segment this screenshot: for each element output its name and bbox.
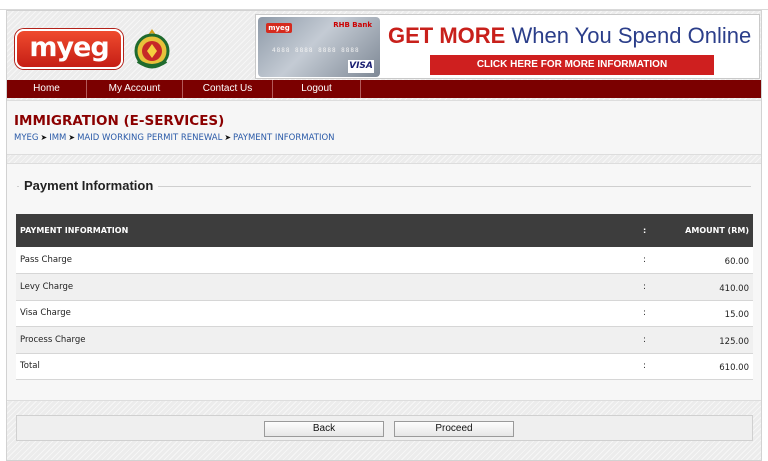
row-amount: 410.00 bbox=[673, 273, 753, 301]
row-label: Pass Charge bbox=[16, 247, 643, 274]
breadcrumb-separator-icon: ➤ bbox=[224, 133, 232, 142]
row-label: Levy Charge bbox=[16, 273, 643, 301]
promo-info-button[interactable]: CLICK HERE FOR MORE INFORMATION bbox=[430, 55, 714, 75]
action-bar: Back Proceed bbox=[16, 415, 753, 441]
browser-top-edge bbox=[0, 0, 768, 10]
breadcrumb-item-myeg[interactable]: MYEG bbox=[14, 133, 38, 143]
row-separator: : bbox=[643, 326, 673, 354]
payment-panel: Payment Information PAYMENT INFORMATION … bbox=[7, 163, 761, 401]
card-bank-name: RHB Bank bbox=[333, 21, 372, 29]
main-nav: Home My Account Contact Us Logout bbox=[7, 80, 761, 98]
promo-headline-bold: GET MORE bbox=[388, 23, 506, 48]
immigration-crest-icon bbox=[130, 27, 174, 71]
myeg-logo[interactable]: myeg bbox=[15, 29, 123, 69]
credit-card-image: myeg RHB Bank 4888 8888 8888 8888 VISA bbox=[258, 17, 380, 77]
row-amount: 125.00 bbox=[673, 326, 753, 354]
table-row-total: Total : 610.00 bbox=[16, 353, 753, 380]
row-separator: : bbox=[643, 273, 673, 301]
promo-banner[interactable]: myeg RHB Bank 4888 8888 8888 8888 VISA G… bbox=[255, 14, 760, 79]
nav-item-logout[interactable]: Logout bbox=[273, 80, 361, 98]
promo-headline: GET MORE When You Spend Online bbox=[388, 23, 751, 49]
breadcrumb: MYEG ➤ IMM ➤ MAID WORKING PERMIT RENEWAL ➤ PAY… bbox=[14, 133, 335, 143]
row-amount: 60.00 bbox=[673, 247, 753, 274]
breadcrumb-separator-icon: ➤ bbox=[68, 133, 76, 142]
table-row: Pass Charge : 60.00 bbox=[16, 247, 753, 274]
row-label: Process Charge bbox=[16, 326, 643, 354]
proceed-button[interactable]: Proceed bbox=[394, 421, 514, 437]
visa-logo: VISA bbox=[348, 60, 374, 73]
promo-headline-rest: When You Spend Online bbox=[505, 23, 752, 48]
row-label: Total bbox=[16, 353, 643, 380]
row-amount: 610.00 bbox=[673, 353, 753, 380]
table-row: Levy Charge : 410.00 bbox=[16, 273, 753, 301]
row-label: Visa Charge bbox=[16, 300, 643, 327]
payment-table: PAYMENT INFORMATION : AMOUNT (RM) Pass C… bbox=[16, 214, 753, 380]
row-amount: 15.00 bbox=[673, 300, 753, 327]
back-button[interactable]: Back bbox=[264, 421, 384, 437]
section-title: Payment Information bbox=[19, 178, 159, 193]
column-header-separator: : bbox=[643, 214, 673, 247]
breadcrumb-item-payment-information[interactable]: PAYMENT INFORMATION bbox=[233, 133, 334, 143]
column-header-item: PAYMENT INFORMATION bbox=[16, 214, 643, 247]
site-header: myeg myeg RHB Bank 4888 8888 8888 8888 V… bbox=[7, 11, 761, 79]
page-title: IMMIGRATION (E-SERVICES) bbox=[14, 113, 225, 129]
column-header-amount: AMOUNT (RM) bbox=[673, 214, 753, 247]
breadcrumb-item-permit-renewal[interactable]: MAID WORKING PERMIT RENEWAL bbox=[77, 133, 222, 143]
row-separator: : bbox=[643, 353, 673, 380]
nav-item-my-account[interactable]: My Account bbox=[87, 80, 183, 98]
row-separator: : bbox=[643, 247, 673, 274]
card-brand-logo: myeg bbox=[266, 23, 292, 33]
page-heading-box: IMMIGRATION (E-SERVICES) MYEG ➤ IMM ➤ MAID W… bbox=[7, 100, 761, 155]
table-header-row: PAYMENT INFORMATION : AMOUNT (RM) bbox=[16, 214, 753, 247]
breadcrumb-separator-icon: ➤ bbox=[40, 133, 48, 142]
card-number: 4888 8888 8888 8888 bbox=[272, 47, 360, 54]
nav-item-contact-us[interactable]: Contact Us bbox=[183, 80, 273, 98]
row-separator: : bbox=[643, 300, 673, 327]
table-row: Visa Charge : 15.00 bbox=[16, 300, 753, 327]
page-container: myeg myeg RHB Bank 4888 8888 8888 8888 V… bbox=[6, 10, 762, 461]
breadcrumb-item-imm[interactable]: IMM bbox=[49, 133, 66, 143]
table-row: Process Charge : 125.00 bbox=[16, 326, 753, 354]
nav-item-home[interactable]: Home bbox=[7, 80, 87, 98]
